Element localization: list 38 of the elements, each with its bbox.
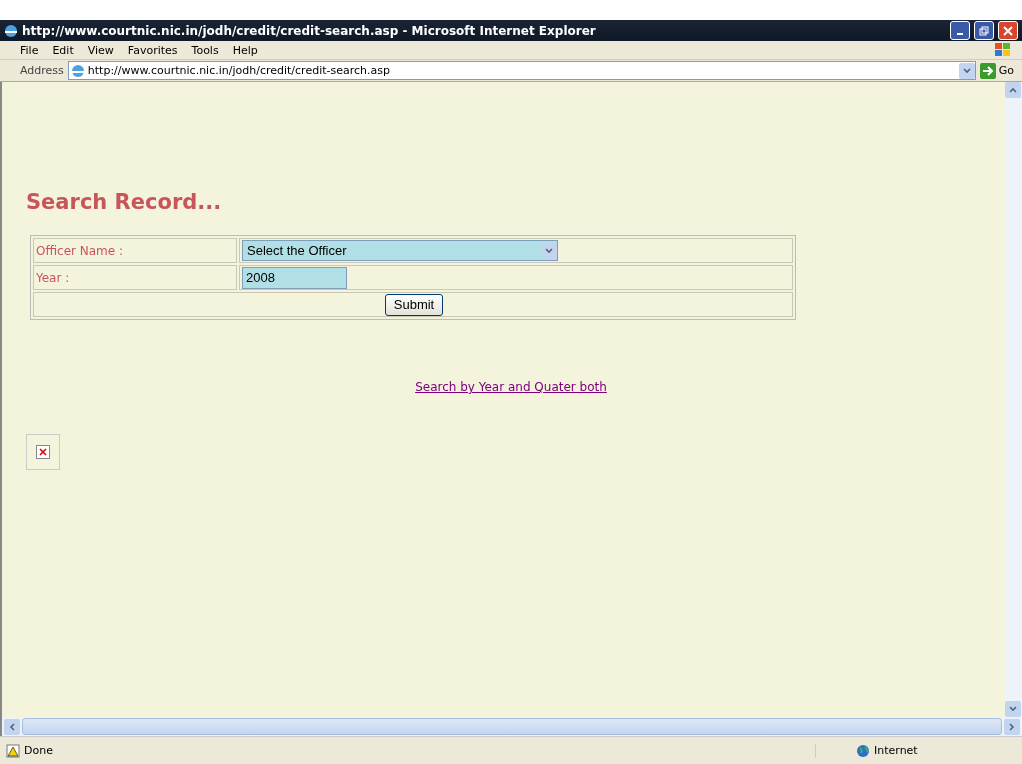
chevron-down-icon xyxy=(545,246,553,255)
restore-button[interactable] xyxy=(974,21,994,40)
globe-icon xyxy=(856,743,870,758)
officer-select[interactable]: Select the Officer xyxy=(242,240,558,261)
menu-item[interactable]: Tools xyxy=(191,43,219,57)
search-link[interactable]: Search by Year and Quater both xyxy=(415,380,607,394)
menu-item[interactable]: Favorites xyxy=(127,43,178,57)
minimize-button[interactable] xyxy=(950,21,970,40)
minimize-icon xyxy=(957,32,963,35)
menu-item[interactable]: Help xyxy=(232,43,258,57)
chevron-down-icon xyxy=(962,66,971,75)
submit-button[interactable]: Submit xyxy=(384,293,444,316)
zone-text: Internet xyxy=(874,744,918,757)
warning-page-icon xyxy=(6,743,20,758)
browser-icon xyxy=(4,23,18,38)
page-heading: Search Record... xyxy=(26,190,223,214)
restore-icon xyxy=(979,25,989,36)
page-icon xyxy=(70,63,85,78)
chevron-down-icon xyxy=(1009,705,1017,713)
year-label: Year : xyxy=(36,270,70,285)
officer-name-label: Officer Name : xyxy=(36,243,124,258)
chevron-right-icon xyxy=(1008,722,1016,731)
chevron-left-icon xyxy=(8,722,16,731)
broken-image-icon xyxy=(26,434,60,470)
address-field[interactable]: http://www.courtnic.nic.in/jodh/credit/credit-search.asp xyxy=(67,61,976,80)
windows-logo-icon xyxy=(994,42,1012,58)
menu-item[interactable]: Edit xyxy=(52,43,74,57)
dropdown-button[interactable] xyxy=(958,62,975,79)
menu-item[interactable]: File xyxy=(20,43,39,57)
close-button[interactable] xyxy=(998,21,1018,40)
chevron-up-icon xyxy=(1009,86,1017,94)
go-button[interactable]: Go xyxy=(979,62,1018,79)
window-title: http://www.courtnic.nic.in/jodh/credit/credit-search.asp - Microsoft Internet Explorer xyxy=(22,23,597,38)
year-field[interactable]: 2008 xyxy=(242,266,347,289)
address-label: Address xyxy=(20,64,64,77)
menu-item[interactable]: View xyxy=(87,43,114,57)
status-text: Done xyxy=(24,744,53,757)
close-icon xyxy=(1003,25,1013,36)
